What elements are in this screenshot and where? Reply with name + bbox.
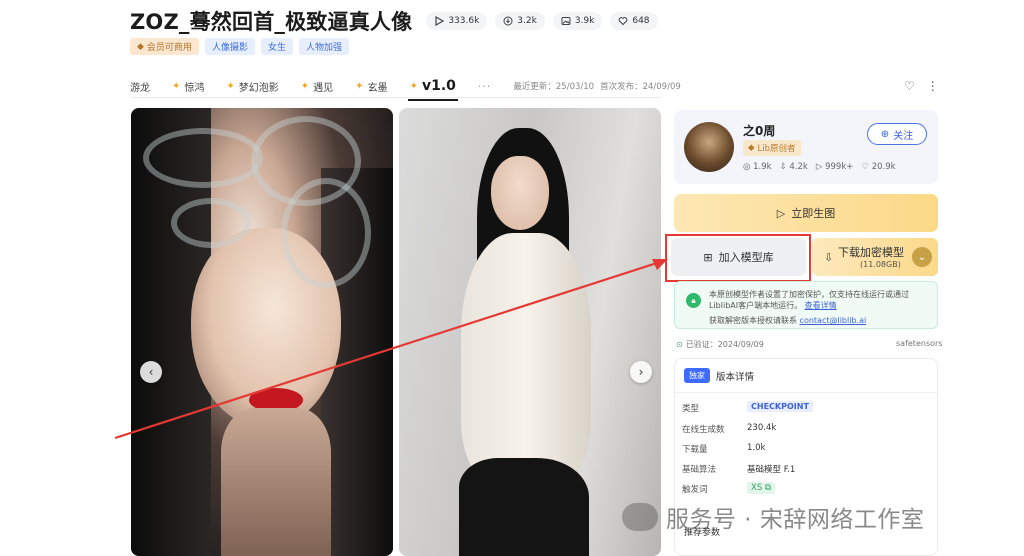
detail-row-online-gen: 在线生成数 230.4k bbox=[682, 423, 777, 435]
wechat-logo-icon bbox=[622, 503, 658, 531]
star-icon: ✦ bbox=[226, 80, 235, 92]
next-image-button[interactable]: › bbox=[630, 361, 652, 383]
tab-menghuan[interactable]: ✦ 梦幻泡影 bbox=[226, 79, 278, 94]
smoke-swirl bbox=[143, 128, 263, 188]
generate-image-button[interactable]: ▷ 立即生图 bbox=[674, 194, 938, 232]
trigger-word-copy[interactable]: XS ⧉ bbox=[747, 482, 775, 494]
file-format: safetensors bbox=[896, 339, 943, 348]
top-actions: ♡ ⋮ bbox=[904, 79, 939, 93]
detail-row-trigger-word: 触发词 XS ⧉ bbox=[682, 482, 932, 497]
detail-row-base-model: 基础算法 基础模型 F.1 bbox=[682, 465, 796, 475]
tag-portrait-photo[interactable]: 人像摄影 bbox=[204, 38, 255, 55]
tab-jinghong[interactable]: ✦ 惊鸿 bbox=[172, 79, 204, 94]
face-shape bbox=[491, 156, 549, 230]
chevron-right-icon: › bbox=[638, 365, 644, 379]
download-encrypted-button[interactable]: ⇩ 下载加密模型 (11.08GB) ⌄ bbox=[812, 238, 938, 276]
published-date: 首次发布：24/09/09 bbox=[600, 82, 681, 92]
more-versions-button[interactable]: ··· bbox=[478, 80, 492, 93]
details-link[interactable]: 查看详情 bbox=[805, 301, 837, 310]
author-card: 之0周 ◆ Lib原创者 ◎ 1.9k ⇩ 4.2k ▷ 999k+ ♡ 20.9… bbox=[674, 110, 938, 184]
tab-yujian[interactable]: ✦ 遇见 bbox=[301, 79, 333, 94]
download-count-stat: 3.2k bbox=[495, 12, 545, 30]
watermark: 服务号 · 宋辞网络工作室 bbox=[622, 500, 924, 534]
author-stat-views: ◎ 1.9k bbox=[743, 162, 772, 172]
updated-date: 最近更新：25/03/10 bbox=[513, 82, 595, 92]
tag-girl[interactable]: 女生 bbox=[260, 38, 293, 55]
preview-image-2[interactable]: › bbox=[399, 108, 661, 556]
pants-shape bbox=[459, 458, 589, 556]
like-count-stat[interactable]: 648 bbox=[610, 12, 658, 30]
add-user-icon: ⊕ bbox=[880, 128, 890, 140]
author-stats: ◎ 1.9k ⇩ 4.2k ▷ 999k+ ♡ 20.9k bbox=[743, 162, 896, 172]
more-menu-icon[interactable]: ⋮ bbox=[927, 79, 939, 93]
author-stat-likes: ♡ 20.9k bbox=[861, 162, 896, 172]
check-circle-icon: ⊙ bbox=[676, 340, 683, 349]
exclusive-badge: 独家 bbox=[684, 368, 710, 383]
tag-commercial[interactable]: ◆ 会员可商用 bbox=[130, 38, 199, 55]
download-icon bbox=[503, 16, 513, 26]
tab-xuanmo[interactable]: ✦ 玄墨 bbox=[355, 79, 387, 94]
diamond-icon: ◆ bbox=[137, 41, 144, 52]
play-icon bbox=[435, 16, 445, 26]
tab-youlong[interactable]: 游龙 bbox=[130, 79, 150, 94]
star-icon: ✦ bbox=[355, 80, 364, 92]
follow-button[interactable]: ⊕ 关注 bbox=[867, 123, 927, 145]
preview-image-1[interactable]: ‹ bbox=[131, 108, 393, 556]
detail-row-downloads: 下载量 1.0k bbox=[682, 443, 766, 455]
contact-email-link[interactable]: contact@liblib.ai bbox=[800, 316, 867, 325]
author-stat-runs: ▷ 999k+ bbox=[815, 162, 854, 172]
blouse-shape bbox=[461, 233, 591, 483]
tag-character-enhance[interactable]: 人物加强 bbox=[298, 38, 349, 55]
smoke-swirl bbox=[171, 198, 251, 248]
divider bbox=[675, 392, 937, 393]
copy-icon: ⧉ bbox=[764, 483, 771, 493]
chevron-down-icon[interactable]: ⌄ bbox=[912, 247, 932, 267]
detail-row-type: 类型 CHECKPOINT bbox=[682, 401, 932, 416]
prev-image-button[interactable]: ‹ bbox=[140, 361, 162, 383]
author-name[interactable]: 之0周 bbox=[743, 122, 775, 139]
star-icon: ✦ bbox=[172, 80, 181, 92]
favorite-heart-icon[interactable]: ♡ bbox=[904, 79, 915, 93]
verified-date: ⊙ 已验证：2024/09/09 bbox=[676, 340, 764, 349]
star-icon: ✦ bbox=[409, 80, 418, 92]
tag-list: ◆ 会员可商用 人像摄影 女生 人物加强 bbox=[130, 38, 349, 55]
image-icon bbox=[561, 17, 571, 25]
tab-v1[interactable]: ✦ v1.0 bbox=[407, 78, 459, 101]
header: ZOZ_蓦然回首_极致逼真人像 333.6k 3.2k 3.9k 648 bbox=[130, 6, 658, 36]
smoke-swirl bbox=[281, 178, 371, 288]
author-stat-downloads: ⇩ 4.2k bbox=[779, 162, 808, 172]
run-count-stat: 333.6k bbox=[426, 12, 488, 30]
version-tabs: 游龙 ✦ 惊鸿 ✦ 梦幻泡影 ✦ 遇见 ✦ 玄墨 ✦ v1.0 ··· 最近更新：25/0… bbox=[130, 74, 681, 101]
chevron-left-icon: ‹ bbox=[148, 365, 154, 379]
play-icon: ▷ bbox=[776, 206, 786, 220]
diamond-icon: ◆ bbox=[748, 143, 755, 153]
page-title: ZOZ_蓦然回首_极致逼真人像 bbox=[130, 10, 413, 34]
tab-divider bbox=[130, 97, 662, 98]
image-count-stat: 3.9k bbox=[552, 12, 603, 30]
details-title: 版本详情 bbox=[716, 371, 755, 383]
encryption-notice: 🔒︎ 本原创模型作者设置了加密保护，仅支持在线运行或通过LiblibAI客户端本… bbox=[674, 281, 938, 329]
highlight-box bbox=[665, 234, 811, 282]
creator-badge: ◆ Lib原创者 bbox=[743, 140, 801, 156]
neck-shape bbox=[221, 408, 331, 556]
star-icon: ✦ bbox=[300, 80, 310, 92]
download-icon: ⇩ bbox=[824, 251, 834, 264]
lock-icon: 🔒︎ bbox=[686, 293, 701, 308]
heart-icon bbox=[618, 17, 628, 26]
avatar[interactable] bbox=[684, 122, 734, 172]
